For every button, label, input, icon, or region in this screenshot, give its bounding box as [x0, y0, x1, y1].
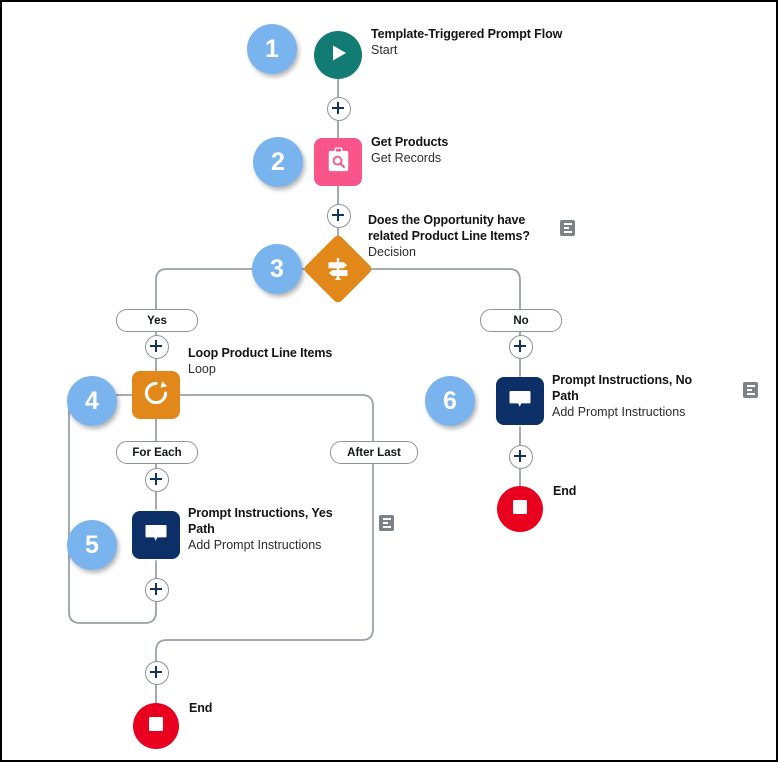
path-label-after-last[interactable]: After Last — [330, 441, 418, 464]
stop-square-icon — [510, 497, 530, 522]
path-label-no[interactable]: No — [480, 309, 562, 332]
add-element-button-after-prompt-yes[interactable] — [145, 578, 169, 602]
speech-bubble-icon — [507, 386, 533, 417]
add-element-button-after-prompt-no[interactable] — [509, 445, 533, 469]
get-records-node[interactable] — [314, 138, 362, 186]
note-line — [563, 226, 569, 230]
prompt-instructions-yes-subtitle: Add Prompt Instructions — [188, 538, 322, 552]
step-badge-6: 6 — [425, 376, 475, 426]
start-node-title: Template-Triggered Prompt Flow — [371, 27, 563, 41]
clipboard-search-icon — [325, 146, 352, 178]
decision-description-note-icon[interactable] — [560, 220, 575, 236]
prompt-no-description-note-icon[interactable] — [743, 382, 758, 398]
step-badge-5: 5 — [67, 520, 117, 570]
step-badge-1: 1 — [247, 24, 297, 74]
start-node[interactable] — [314, 31, 362, 79]
loop-node-label: Loop Product Line Items Loop — [188, 345, 388, 377]
step-badge-2: 2 — [253, 137, 303, 187]
end-node-no-path[interactable] — [497, 486, 543, 532]
start-node-subtitle: Start — [371, 43, 398, 57]
get-records-node-subtitle: Get Records — [371, 151, 442, 165]
prompt-instructions-yes-node[interactable] — [132, 511, 180, 559]
prompt-instructions-yes-label: Prompt Instructions, Yes Path Add Prompt… — [188, 505, 353, 553]
prompt-instructions-no-subtitle: Add Prompt Instructions — [552, 405, 686, 419]
decision-node-subtitle: Decision — [368, 245, 416, 259]
add-element-button-before-end[interactable] — [145, 661, 169, 685]
flow-canvas[interactable]: 1 Template-Triggered Prompt Flow Start 2… — [0, 0, 778, 762]
signpost-icon — [313, 244, 363, 294]
start-node-label: Template-Triggered Prompt Flow Start — [371, 26, 571, 58]
end-node-yes-path-label: End — [189, 700, 212, 716]
note-line — [746, 393, 755, 396]
prompt-instructions-yes-title: Prompt Instructions, Yes Path — [188, 506, 333, 536]
note-line — [563, 231, 572, 234]
add-element-button-no-path[interactable] — [509, 335, 533, 359]
add-element-button-for-each[interactable] — [145, 468, 169, 492]
get-records-node-label: Get Products Get Records — [371, 134, 581, 166]
decision-node-label: Does the Opportunity have related Produc… — [368, 212, 553, 260]
play-icon — [327, 42, 349, 69]
path-label-yes[interactable]: Yes — [116, 309, 198, 332]
end-node-yes-path[interactable] — [133, 703, 179, 749]
step-badge-3: 3 — [252, 244, 302, 294]
add-element-button-after-start[interactable] — [327, 97, 351, 121]
prompt-instructions-no-label: Prompt Instructions, No Path Add Prompt … — [552, 372, 714, 420]
speech-bubble-icon — [143, 520, 169, 551]
stop-square-icon — [146, 714, 166, 739]
end-node-no-path-label: End — [553, 483, 576, 499]
refresh-loop-icon — [142, 379, 170, 412]
note-line — [382, 521, 388, 525]
prompt-yes-description-note-icon[interactable] — [379, 515, 394, 531]
step-badge-4: 4 — [67, 376, 117, 426]
end-node-yes-path-title: End — [189, 701, 213, 715]
end-node-no-path-title: End — [553, 484, 577, 498]
get-records-node-title: Get Products — [371, 135, 449, 149]
loop-node-subtitle: Loop — [188, 362, 216, 376]
add-element-button-yes-path[interactable] — [145, 335, 169, 359]
prompt-instructions-no-title: Prompt Instructions, No Path — [552, 373, 693, 403]
note-line — [382, 517, 391, 520]
note-line — [382, 526, 391, 529]
note-line — [563, 222, 572, 225]
add-element-button-after-get-records[interactable] — [327, 204, 351, 228]
note-line — [746, 384, 755, 387]
prompt-instructions-no-node[interactable] — [496, 377, 544, 425]
loop-node-title: Loop Product Line Items — [188, 346, 333, 360]
decision-node-title: Does the Opportunity have related Produc… — [368, 213, 530, 243]
loop-node[interactable] — [132, 371, 180, 419]
path-label-for-each[interactable]: For Each — [116, 441, 198, 464]
note-line — [746, 388, 752, 392]
